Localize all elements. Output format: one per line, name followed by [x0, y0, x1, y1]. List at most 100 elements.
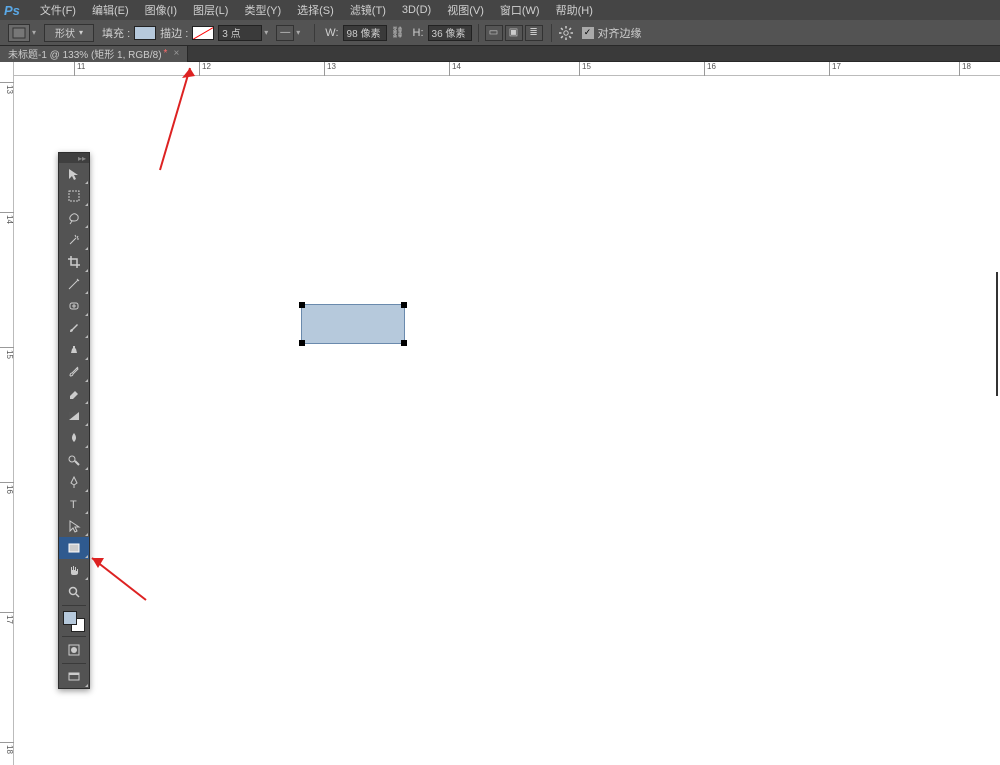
svg-text:T: T	[70, 499, 77, 511]
shape-mode-label: 形状	[55, 25, 75, 40]
history-brush-tool[interactable]	[59, 361, 89, 383]
lasso-tool[interactable]	[59, 207, 89, 229]
ruler-tick: 13	[324, 62, 336, 76]
ruler-tick: 11	[74, 62, 85, 76]
close-tab-icon[interactable]: ×	[173, 48, 179, 59]
ruler-tick: 16	[704, 62, 716, 76]
modified-indicator: *	[164, 48, 168, 59]
menu-view[interactable]: 视图(V)	[439, 2, 492, 18]
chevron-down-icon[interactable]: ▾	[296, 28, 300, 37]
type-tool[interactable]: T	[59, 493, 89, 515]
align-edges-checkbox[interactable]: ✓	[582, 27, 594, 39]
height-label: H:	[413, 27, 424, 39]
chevron-down-icon[interactable]: ▾	[264, 28, 268, 37]
rectangle-shape-selected[interactable]	[301, 304, 405, 344]
path-select-tool[interactable]	[59, 515, 89, 537]
tools-panel[interactable]: ▸▸ T	[58, 152, 90, 689]
menu-filter[interactable]: 滤镜(T)	[342, 2, 394, 18]
eyedropper-tool[interactable]	[59, 273, 89, 295]
ruler-tick: 13	[0, 82, 14, 94]
chevron-down-icon[interactable]: ▾	[32, 28, 36, 37]
path-ops-button-2[interactable]: ▣	[505, 25, 523, 41]
color-swatches[interactable]	[59, 608, 89, 634]
menu-select[interactable]: 选择(S)	[289, 2, 342, 18]
document-tab-bar: 未标题-1 @ 133% (矩形 1, RGB/8) * ×	[0, 46, 1000, 62]
rectangle-shape-tool[interactable]	[59, 537, 89, 559]
ruler-vertical[interactable]: 13 14 15 16 17 18	[0, 62, 14, 765]
transform-handle-tl[interactable]	[299, 302, 305, 308]
clone-stamp-tool[interactable]	[59, 339, 89, 361]
width-label: W:	[325, 27, 338, 39]
screen-mode-toggle[interactable]	[59, 666, 89, 688]
dodge-tool[interactable]	[59, 449, 89, 471]
ruler-tick: 14	[449, 62, 461, 76]
shape-mode-select[interactable]: 形状 ▾	[44, 24, 94, 42]
crop-tool[interactable]	[59, 251, 89, 273]
transform-handle-br[interactable]	[401, 340, 407, 346]
menu-file[interactable]: 文件(F)	[32, 2, 84, 18]
ruler-horizontal[interactable]: 11 12 13 14 15 16 17 18	[14, 62, 1000, 76]
menu-layer[interactable]: 图层(L)	[185, 2, 236, 18]
move-tool[interactable]	[59, 163, 89, 185]
main-menu-bar: Ps 文件(F) 编辑(E) 图像(I) 图层(L) 类型(Y) 选择(S) 滤…	[0, 0, 1000, 20]
stroke-label: 描边 :	[160, 25, 188, 41]
divider	[478, 24, 479, 42]
magic-wand-tool[interactable]	[59, 229, 89, 251]
brush-tool[interactable]	[59, 317, 89, 339]
foreground-color-swatch[interactable]	[63, 611, 77, 625]
healing-brush-tool[interactable]	[59, 295, 89, 317]
width-input[interactable]: 98 像素	[343, 25, 387, 41]
collapse-icon: ▸▸	[78, 154, 86, 163]
tool-preset-picker[interactable]	[8, 24, 30, 42]
menu-type[interactable]: 类型(Y)	[236, 2, 289, 18]
quick-mask-toggle[interactable]	[59, 639, 89, 661]
ruler-tick: 18	[959, 62, 971, 76]
link-wh-icon[interactable]: ⛓	[391, 26, 405, 39]
panel-grip[interactable]: ▸▸	[59, 153, 89, 163]
zoom-tool[interactable]	[59, 581, 89, 603]
blur-tool[interactable]	[59, 427, 89, 449]
tool-options-bar: ▾ 形状 ▾ 填充 : 描边 : 3 点 ▾ — ▾ W: 98 像素 ⛓ H:…	[0, 20, 1000, 46]
document-tab-title: 未标题-1 @ 133% (矩形 1, RGB/8)	[8, 46, 162, 61]
canvas[interactable]	[14, 76, 1000, 765]
divider	[551, 24, 552, 42]
ruler-tick: 15	[0, 347, 14, 359]
transform-handle-tr[interactable]	[401, 302, 407, 308]
stroke-color-swatch[interactable]	[192, 26, 214, 40]
transform-handle-bl[interactable]	[299, 340, 305, 346]
ruler-tick: 18	[0, 742, 14, 754]
app-logo: Ps	[4, 3, 20, 18]
scrollbar-stub[interactable]	[996, 272, 998, 396]
eraser-tool[interactable]	[59, 383, 89, 405]
align-edges-label: 对齐边缘	[598, 25, 642, 41]
ruler-tick: 17	[0, 612, 14, 624]
ruler-tick: 15	[579, 62, 591, 76]
menu-edit[interactable]: 编辑(E)	[84, 2, 137, 18]
path-ops-button-3[interactable]: ≣	[525, 25, 543, 41]
fill-color-swatch[interactable]	[134, 26, 156, 40]
menu-image[interactable]: 图像(I)	[137, 2, 185, 18]
gear-icon[interactable]	[558, 25, 574, 41]
document-tab[interactable]: 未标题-1 @ 133% (矩形 1, RGB/8) * ×	[0, 46, 188, 62]
ruler-tick: 14	[0, 212, 14, 224]
separator	[62, 605, 86, 606]
chevron-down-icon: ▾	[79, 28, 83, 37]
gradient-tool[interactable]	[59, 405, 89, 427]
ruler-tick: 16	[0, 482, 14, 494]
pen-tool[interactable]	[59, 471, 89, 493]
ruler-tick: 12	[199, 62, 211, 76]
hand-tool[interactable]	[59, 559, 89, 581]
stroke-type-button[interactable]: —	[276, 25, 294, 41]
menu-3d[interactable]: 3D(D)	[394, 4, 439, 16]
marquee-tool[interactable]	[59, 185, 89, 207]
divider	[314, 24, 315, 42]
menu-window[interactable]: 窗口(W)	[492, 2, 548, 18]
path-ops-button-1[interactable]: ▭	[485, 25, 503, 41]
height-input[interactable]: 36 像素	[428, 25, 472, 41]
ruler-tick: 17	[829, 62, 841, 76]
separator	[62, 663, 86, 664]
fill-label: 填充 :	[102, 25, 130, 41]
separator	[62, 636, 86, 637]
menu-help[interactable]: 帮助(H)	[548, 2, 601, 18]
stroke-width-input[interactable]: 3 点	[218, 25, 262, 41]
